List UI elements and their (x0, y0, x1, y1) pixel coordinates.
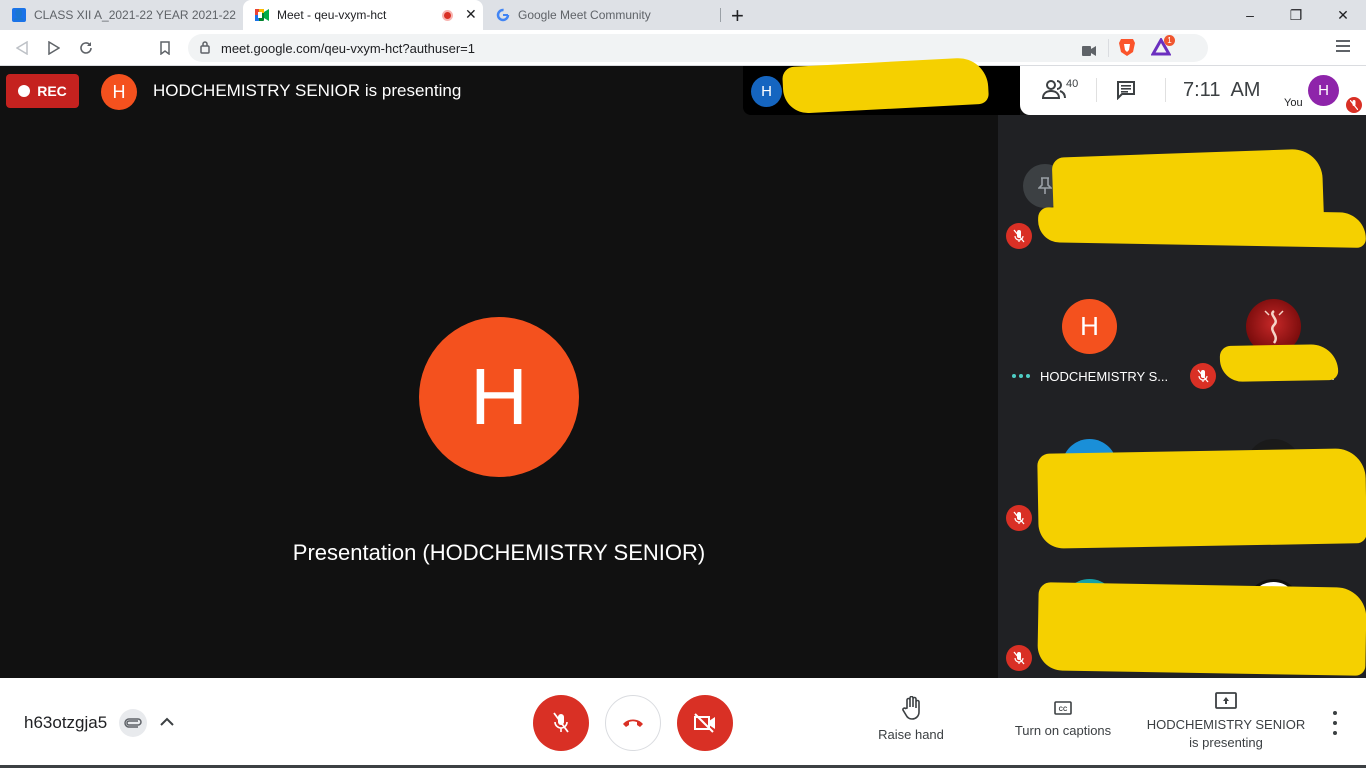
close-window-button[interactable]: ✕ (1320, 0, 1366, 30)
presentation-label: Presentation (HODCHEMISTRY SENIOR) (292, 540, 706, 565)
minimize-button[interactable]: – (1227, 0, 1273, 30)
people-button[interactable]: 40 (1041, 78, 1078, 104)
meeting-code: h63otzgja5 (24, 713, 108, 732)
redaction-mark (1037, 448, 1366, 549)
participant-name: HODCHEMISTRY S... (1040, 369, 1169, 384)
browser-toolbar: meet.google.com/qeu-vxym-hct?authuser=1 … (0, 30, 1366, 66)
raise-hand-button[interactable]: Raise hand (870, 696, 952, 744)
camera-toggle-button[interactable] (677, 695, 733, 751)
tab-title: CLASS XII A_2021-22 YEAR 2021-22 (34, 8, 236, 22)
svg-text:CC: CC (1059, 707, 1068, 713)
record-dot-icon (18, 85, 31, 97)
camera-in-use-icon[interactable] (1082, 43, 1096, 61)
classroom-icon: 👤 (12, 8, 26, 22)
tab-title: Meet - qeu-vxym-hct (277, 8, 387, 22)
mic-off-icon (1006, 223, 1032, 249)
chat-button[interactable] (1116, 80, 1136, 105)
captions-label: Turn on captions (1014, 723, 1112, 738)
divider (1165, 78, 1166, 102)
redaction-mark (1037, 582, 1366, 676)
pinned-avatar: H (751, 76, 782, 107)
presenter-banner: HODCHEMISTRY SENIOR is presenting (153, 81, 462, 100)
dragon-image (1263, 309, 1284, 344)
presenter-avatar: H (101, 74, 137, 110)
speaking-indicator-icon (1012, 374, 1030, 378)
participant-grid: H HODCHEMISTRY S... ...NE... A ...AGDA..… (998, 115, 1366, 678)
mic-off-icon (1006, 645, 1032, 671)
redaction-mark (1037, 207, 1366, 248)
you-label: You (1284, 97, 1303, 109)
self-mic-off-icon (1346, 97, 1362, 113)
closed-captions-icon: CC (1054, 701, 1072, 715)
presenting-button[interactable]: HODCHEMISTRY SENIOR is presenting (1140, 691, 1312, 752)
new-tab-button[interactable]: + (731, 3, 744, 29)
bookmark-button[interactable] (151, 34, 179, 62)
participant-avatar: H (1062, 299, 1117, 354)
more-dot (1333, 721, 1337, 725)
participant-count: 40 (1066, 78, 1079, 90)
people-icon (1041, 80, 1066, 99)
meet-icon (255, 8, 269, 22)
url-text: meet.google.com/qeu-vxym-hct?authuser=1 (221, 40, 475, 56)
present-screen-icon (1215, 692, 1237, 709)
forward-button[interactable] (40, 34, 68, 62)
raise-hand-label: Raise hand (878, 727, 944, 742)
brave-rewards-icon[interactable]: 1 (1150, 35, 1175, 61)
copy-link-button[interactable] (119, 709, 147, 737)
hand-icon (902, 696, 920, 720)
rec-label: REC (37, 83, 67, 99)
lock-icon (200, 41, 210, 59)
tab-meet[interactable]: Meet - qeu-vxym-hct ✕ (243, 0, 483, 30)
attachment-icon (124, 718, 142, 728)
rewards-badge: 1 (1164, 35, 1175, 46)
presenting-label-line1: HODCHEMISTRY SENIOR (1146, 717, 1306, 732)
address-bar[interactable]: meet.google.com/qeu-vxym-hct?authuser=1 (188, 34, 1208, 62)
presenting-label-line2: is presenting (1189, 735, 1263, 750)
reload-button[interactable] (72, 34, 100, 62)
google-icon (496, 8, 510, 22)
tab-divider (720, 8, 721, 22)
tab-meet-community[interactable]: Google Meet Community (484, 0, 720, 30)
divider (1096, 78, 1097, 102)
more-dot (1333, 731, 1337, 735)
pin-icon (1038, 177, 1052, 194)
more-options-button[interactable] (1325, 711, 1345, 735)
tab-classroom[interactable]: 👤 CLASS XII A_2021-22 YEAR 2021-22 (0, 0, 242, 30)
redaction-mark (781, 56, 990, 115)
mic-toggle-button[interactable] (533, 695, 589, 751)
restore-button[interactable]: ❐ (1273, 0, 1319, 30)
captions-button[interactable]: CC Turn on captions (1005, 700, 1121, 740)
chevron-up-icon (160, 717, 174, 726)
presentation-avatar: H (419, 317, 579, 477)
call-controls-bar: h63otzgja5 Raise hand CC Turn on caption… (0, 678, 1366, 768)
recording-indicator-icon (442, 10, 453, 21)
hang-up-icon (623, 719, 643, 727)
back-button[interactable] (8, 34, 36, 62)
meeting-info-panel: 40 7:11 AM You H (1020, 66, 1366, 115)
close-tab-icon[interactable]: ✕ (465, 6, 477, 23)
mic-off-icon (553, 712, 569, 733)
meeting-area: REC H HODCHEMISTRY SENIOR is presenting … (0, 56, 1366, 678)
more-dot (1333, 711, 1337, 715)
omnibox-divider (1108, 39, 1109, 57)
tab-title: Google Meet Community (518, 8, 651, 22)
self-avatar[interactable]: H (1308, 75, 1339, 106)
camera-off-icon (694, 713, 715, 733)
redaction-mark (1219, 343, 1339, 383)
menu-icon[interactable] (1336, 39, 1350, 58)
mic-off-icon (1006, 505, 1032, 531)
meeting-clock: 7:11 AM (1183, 79, 1261, 101)
leave-call-button[interactable] (605, 695, 661, 751)
mic-off-icon (1190, 363, 1216, 389)
brave-shields-icon[interactable] (1118, 37, 1136, 62)
meeting-details-button[interactable] (156, 710, 178, 732)
chat-icon (1117, 81, 1135, 101)
pinned-participant-chip[interactable]: H H (743, 56, 1020, 115)
browser-tab-bar: 👤 CLASS XII A_2021-22 YEAR 2021-22 Meet … (0, 0, 1366, 30)
recording-badge: REC (6, 74, 79, 108)
